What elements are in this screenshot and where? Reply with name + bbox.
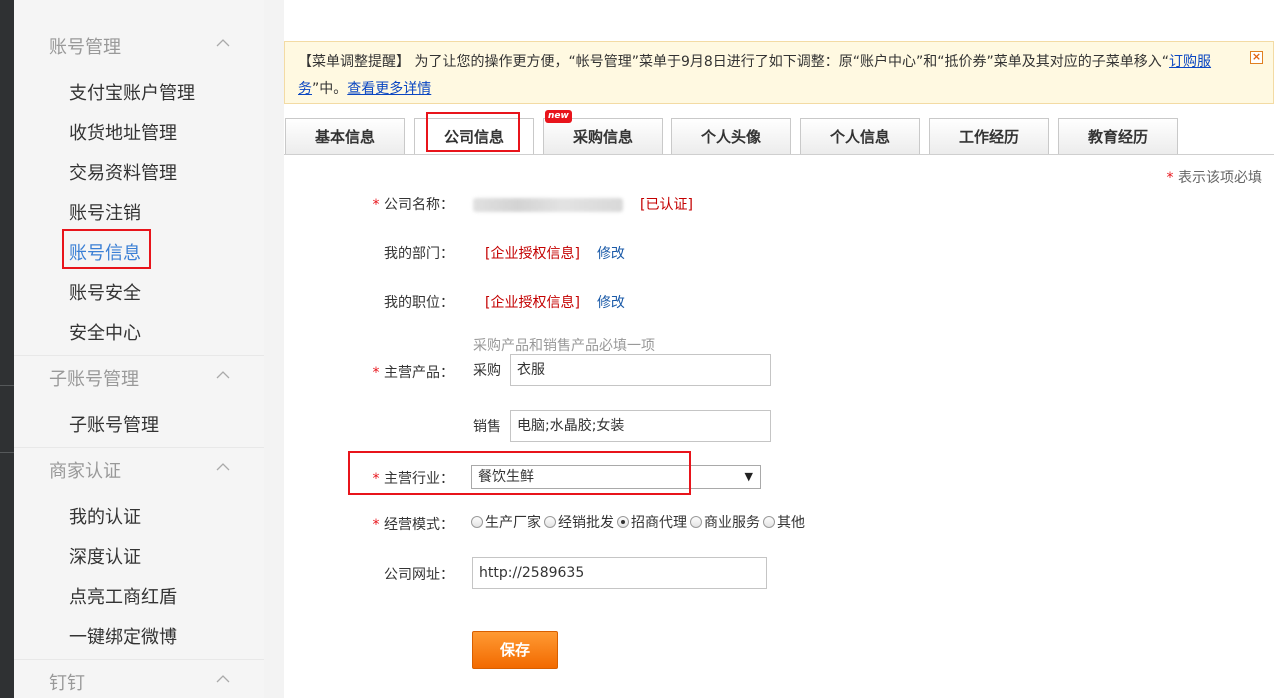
radio-checked-icon[interactable] [617,516,629,528]
sidebar-group-merchant-cert[interactable]: 商家认证 [49,457,121,483]
tab-work-experience[interactable]: 工作经历 [929,118,1049,155]
left-edge-bar [0,0,14,698]
position-auth-info: [企业授权信息] [485,295,580,311]
tab-avatar[interactable]: 个人头像 [671,118,791,155]
website-label: 公司网址： [384,567,454,583]
new-badge: new [545,110,572,123]
company-name-label: * 公司名称： [372,197,454,213]
verified-badge: [已认证] [640,197,693,213]
sales-input[interactable]: 电脑;水晶胶;女装 [510,410,771,442]
sidebar-item-alipay[interactable]: 支付宝账户管理 [69,79,195,105]
industry-label: * 主营行业： [372,471,454,487]
department-label: 我的部门： [384,246,454,262]
sidebar-item-subaccount[interactable]: 子账号管理 [69,411,159,437]
radio-icon[interactable] [690,516,702,528]
industry-selected: 餐饮生鲜 [478,469,534,485]
link-more-details[interactable]: 查看更多详情 [347,81,431,97]
chevron-up-icon[interactable] [216,672,230,686]
department-auth-info: [企业授权信息] [485,246,580,262]
department-value: [企业授权信息] 修改 [485,243,625,263]
sidebar-divider [14,659,264,660]
notice-message-end: ”中。 [312,81,348,97]
radio-manufacturer[interactable]: 生产厂家 [471,512,541,532]
website-input[interactable]: http://2589635 [472,557,767,589]
sidebar-group-account[interactable]: 账号管理 [49,33,121,59]
purchase-input[interactable]: 衣服 [510,354,771,386]
sidebar-divider [14,447,264,448]
sales-label: 销售 [473,419,501,435]
sidebar-group-subaccount[interactable]: 子账号管理 [49,365,139,391]
radio-icon[interactable] [544,516,556,528]
products-hint: 采购产品和销售产品必填一项 [473,338,655,354]
position-label: 我的职位： [384,295,454,311]
sidebar-item-bind-weibo[interactable]: 一键绑定微博 [69,623,177,649]
tab-basic-info[interactable]: 基本信息 [285,118,405,155]
sidebar-divider [14,355,264,356]
tabs-divider [284,154,1274,155]
required-note: * 表示该项必填 [1167,167,1262,187]
radio-business-service[interactable]: 商业服务 [690,512,760,532]
purchase-label: 采购 [473,363,501,379]
company-name-redacted [473,198,623,212]
sidebar-item-my-cert[interactable]: 我的认证 [69,503,141,529]
sidebar-item-cancel-account[interactable]: 账号注销 [69,199,141,225]
company-name-value: [已认证] [473,194,693,214]
chevron-up-icon[interactable] [216,460,230,474]
sidebar-item-deep-cert[interactable]: 深度认证 [69,543,141,569]
notice-message: 【菜单调整提醒】 为了让您的操作更方便，“帐号管理”菜单于9月8日进行了如下调整… [298,54,1170,70]
gutter [264,0,284,698]
sidebar-item-account-security[interactable]: 账号安全 [69,279,141,305]
tab-company-info[interactable]: 公司信息 [414,118,534,155]
chevron-up-icon[interactable] [216,36,230,50]
notice-text: 【菜单调整提醒】 为了让您的操作更方便，“帐号管理”菜单于9月8日进行了如下调整… [298,49,1243,103]
radio-icon[interactable] [763,516,775,528]
sidebar: 账号管理 支付宝账户管理 收货地址管理 交易资料管理 账号注销 账号信息 账号安… [14,0,264,698]
sidebar-item-account-info[interactable]: 账号信息 [69,239,141,265]
tab-personal-info[interactable]: 个人信息 [800,118,920,155]
edit-position-link[interactable]: 修改 [597,295,625,311]
business-mode-label: * 经营模式： [372,517,454,533]
chevron-up-icon[interactable] [216,368,230,382]
tab-purchase-info[interactable]: 采购信息 [543,118,663,155]
sidebar-item-red-shield[interactable]: 点亮工商红盾 [69,583,177,609]
radio-other[interactable]: 其他 [763,512,805,532]
dropdown-arrow-icon[interactable]: ▼ [745,466,753,488]
sidebar-item-trade-data[interactable]: 交易资料管理 [69,159,177,185]
sidebar-item-address[interactable]: 收货地址管理 [69,119,177,145]
save-button[interactable]: 保存 [472,631,558,669]
business-mode-radios: 生产厂家 经销批发 招商代理 商业服务 其他 [471,512,808,532]
main-content: 【菜单调整提醒】 为了让您的操作更方便，“帐号管理”菜单于9月8日进行了如下调整… [284,0,1279,698]
tab-education[interactable]: 教育经历 [1058,118,1178,155]
edit-department-link[interactable]: 修改 [597,246,625,262]
notice-banner: 【菜单调整提醒】 为了让您的操作更方便，“帐号管理”菜单于9月8日进行了如下调整… [284,41,1274,104]
sidebar-group-dingtalk[interactable]: 钉钉 [49,669,85,695]
industry-select[interactable]: 餐饮生鲜 ▼ [471,465,761,489]
required-star: * [1166,170,1178,186]
radio-wholesale[interactable]: 经销批发 [544,512,614,532]
radio-agency[interactable]: 招商代理 [617,512,687,532]
close-icon[interactable]: × [1250,51,1263,64]
products-label: * 主营产品： [372,365,454,381]
sidebar-item-security-center[interactable]: 安全中心 [69,319,141,345]
required-note-text: 表示该项必填 [1178,170,1262,186]
position-value: [企业授权信息] 修改 [485,292,625,312]
radio-icon[interactable] [471,516,483,528]
